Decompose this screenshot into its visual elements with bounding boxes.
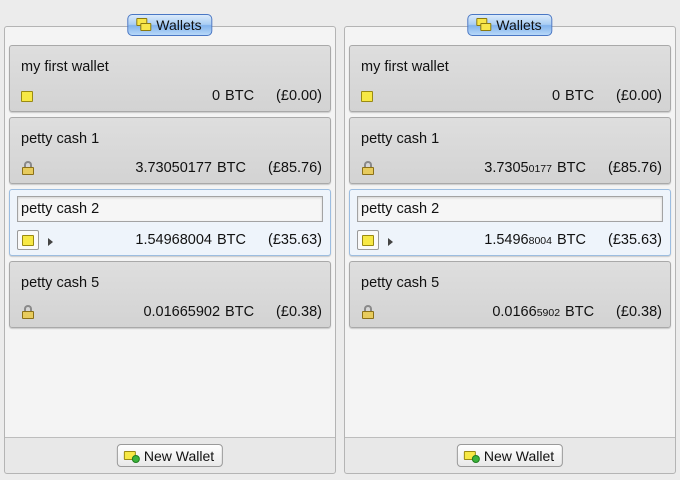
wallet-list: my first wallet 0 BTC (£0.00) petty cash… — [5, 27, 335, 438]
new-wallet-button[interactable]: New Wallet — [116, 444, 224, 467]
wallet-card-petty-cash-1[interactable]: petty cash 1 3.73050177 BTC (£85.76) — [9, 117, 331, 184]
lock-icon — [361, 305, 375, 319]
wallet-name: petty cash 1 — [361, 131, 440, 147]
wallet-name-field[interactable]: petty cash 2 — [357, 196, 663, 222]
wallet-balance: 0 BTC (£0.00) — [211, 88, 322, 104]
wallets-icon — [476, 18, 492, 32]
wallet-balance: 0 BTC (£0.00) — [551, 88, 662, 104]
wallet-card-petty-cash-2[interactable]: petty cash 2 1.54968004 BTC (£35.63) — [349, 189, 671, 256]
wallet-icon[interactable] — [17, 230, 39, 250]
wallets-title-label: Wallets — [496, 17, 542, 33]
wallet-balance: 3.73050177 BTC (£85.76) — [484, 160, 662, 176]
wallet-name: petty cash 5 — [21, 275, 100, 291]
wallet-balance: 1.54968004 BTC (£35.63) — [135, 232, 322, 248]
lock-icon — [361, 161, 375, 175]
new-wallet-label: New Wallet — [143, 447, 215, 464]
new-wallet-icon — [463, 449, 480, 463]
disclosure-triangle-icon[interactable] — [48, 238, 53, 246]
wallet-icon — [361, 89, 375, 103]
wallet-card-petty-cash-5[interactable]: petty cash 5 0.01665902 BTC (£0.38) — [9, 261, 331, 328]
wallets-icon — [136, 18, 152, 32]
new-wallet-label: New Wallet — [483, 447, 555, 464]
wallets-panel-right: my first wallet 0 BTC (£0.00) petty cash… — [344, 14, 676, 474]
wallets-title-button[interactable]: Wallets — [127, 14, 213, 36]
disclosure-triangle-icon[interactable] — [388, 238, 393, 246]
wallet-card-my-first-wallet[interactable]: my first wallet 0 BTC (£0.00) — [349, 45, 671, 112]
wallet-name: my first wallet — [21, 59, 109, 75]
wallet-balance: 0.01665902 BTC (£0.38) — [492, 304, 662, 320]
lock-icon — [21, 161, 35, 175]
wallets-title-label: Wallets — [156, 17, 202, 33]
wallets-title-button[interactable]: Wallets — [467, 14, 553, 36]
wallet-card-my-first-wallet[interactable]: my first wallet 0 BTC (£0.00) — [9, 45, 331, 112]
wallet-name: my first wallet — [361, 59, 449, 75]
new-wallet-button[interactable]: New Wallet — [456, 444, 564, 467]
wallet-balance: 3.73050177 BTC (£85.76) — [135, 160, 322, 176]
wallet-card-petty-cash-5[interactable]: petty cash 5 0.01665902 BTC (£0.38) — [349, 261, 671, 328]
wallet-name-field[interactable]: petty cash 2 — [17, 196, 323, 222]
wallet-name: petty cash 5 — [361, 275, 440, 291]
wallets-panel-left: my first wallet 0 BTC (£0.00) petty cash… — [4, 14, 336, 474]
wallet-icon[interactable] — [357, 230, 379, 250]
wallet-name: petty cash 1 — [21, 131, 100, 147]
wallet-balance: 0.01665902 BTC (£0.38) — [143, 304, 322, 320]
wallet-card-petty-cash-1[interactable]: petty cash 1 3.73050177 BTC (£85.76) — [349, 117, 671, 184]
wallet-list: my first wallet 0 BTC (£0.00) petty cash… — [345, 27, 675, 438]
lock-icon — [21, 305, 35, 319]
new-wallet-icon — [123, 449, 140, 463]
wallet-icon — [21, 89, 35, 103]
wallet-card-petty-cash-2[interactable]: petty cash 2 1.54968004 BTC (£35.63) — [9, 189, 331, 256]
wallet-balance: 1.54968004 BTC (£35.63) — [484, 232, 662, 248]
